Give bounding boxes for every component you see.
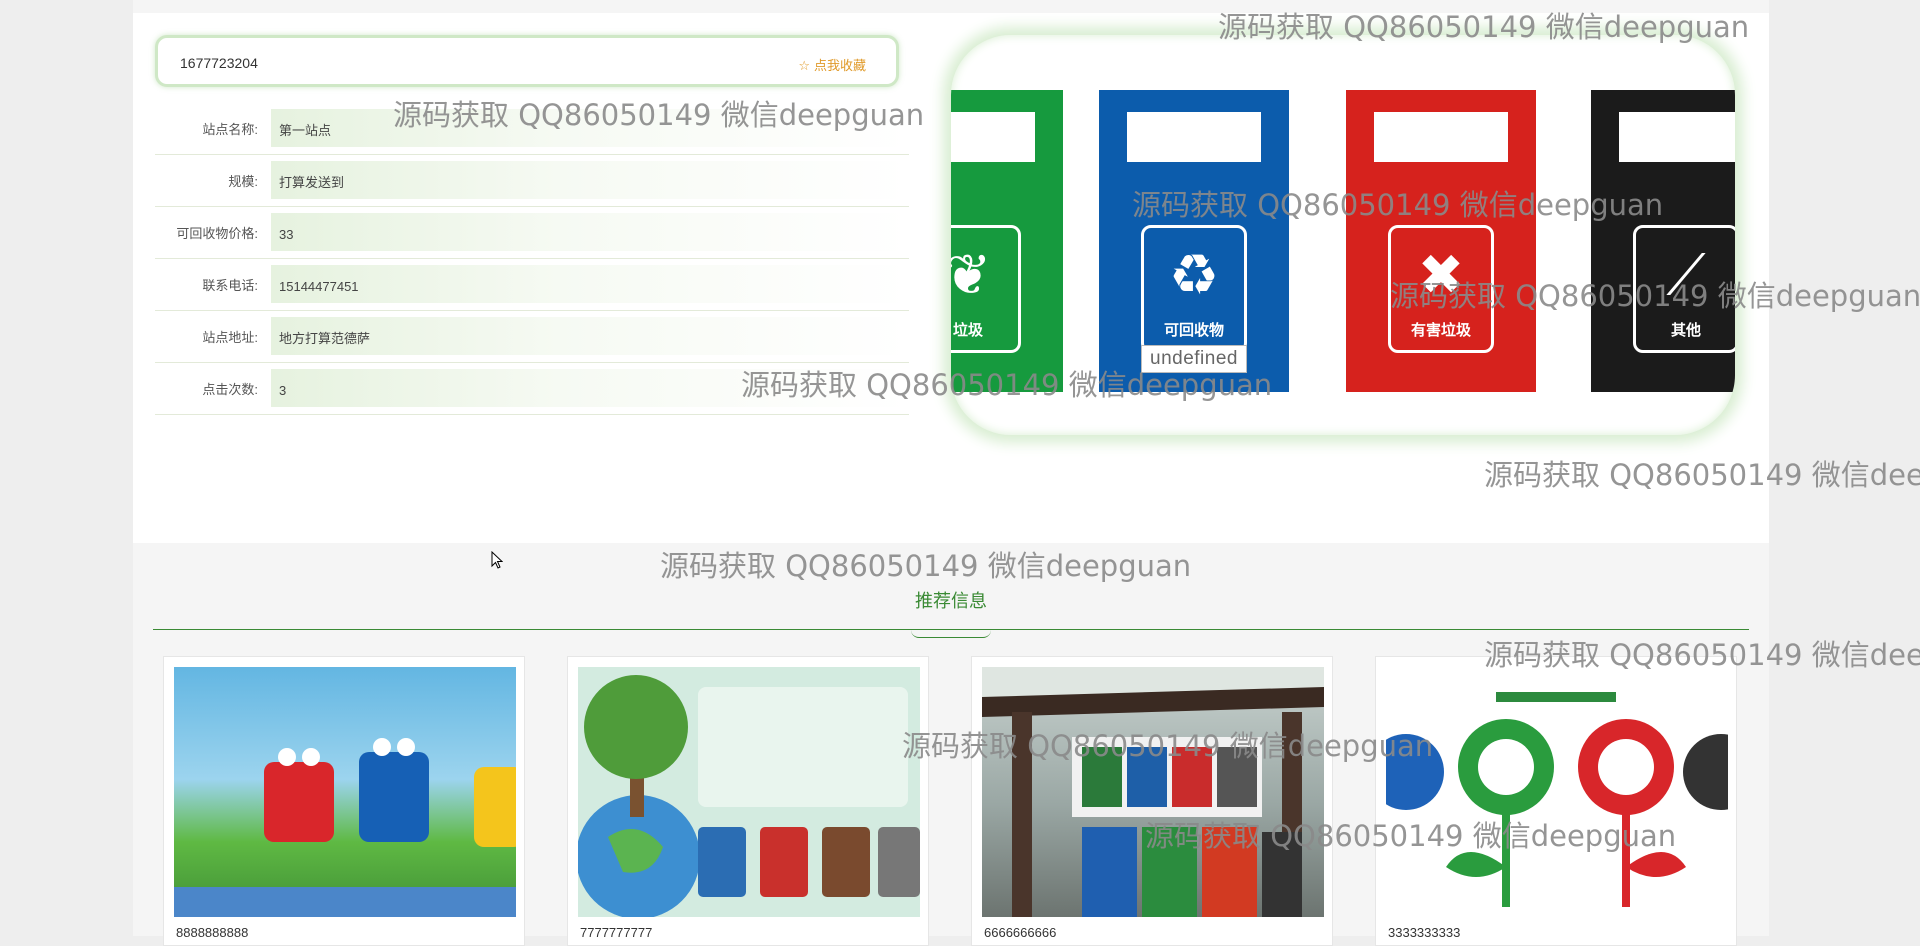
card-caption: 8888888888 [176, 925, 249, 940]
card-image [578, 667, 920, 917]
detail-rows: 站点名称: 第一站点 规模: 打算发送到 可回收物价格: 33 联系电话: 15… [155, 103, 909, 415]
row-label: 点击次数: [202, 382, 258, 397]
black-bin-image: ⟋ 其他 [1591, 90, 1735, 392]
row-value: 15144477451 [271, 265, 909, 303]
detail-row-price: 可回收物价格: 33 [155, 207, 909, 259]
other-waste-icon: ⟋ [1666, 243, 1706, 306]
carousel-caption: undefined [1141, 345, 1247, 373]
favorite-label: 点我收藏 [813, 58, 866, 73]
detail-row-address: 站点地址: 地方打算范德萨 [155, 311, 909, 363]
row-label: 站点地址: [202, 330, 258, 345]
favorite-button[interactable]: ☆ 点我收藏 [798, 55, 866, 74]
recycle-icon: ♻ [1168, 243, 1220, 306]
site-detail-panel: 1677723204 ☆ 点我收藏 站点名称: 第一站点 规模: 打算发送到 可回… [133, 13, 1769, 543]
detail-row-name: 站点名称: 第一站点 [155, 103, 909, 155]
hazard-icon: ✖ [1417, 243, 1465, 306]
star-icon: ☆ [798, 58, 810, 73]
row-value: 打算发送到 [271, 161, 909, 199]
recommend-divider-notch [911, 630, 991, 638]
row-value: 3 [271, 369, 909, 407]
red-bin-image: ✖ 有害垃圾 [1346, 90, 1536, 392]
row-value: 地方打算范德萨 [271, 317, 909, 355]
detail-row-scale: 规模: 打算发送到 [155, 155, 909, 207]
recommend-card[interactable]: 7777777777 [567, 656, 929, 946]
row-label: 规模: [228, 174, 258, 189]
card-image [174, 667, 516, 917]
image-carousel[interactable]: ❦ 垃圾 ♻ 可回收物 ✖ 有害垃圾 ⟋ 其他 undefined [951, 35, 1735, 435]
detail-row-phone: 联系电话: 15144477451 [155, 259, 909, 311]
row-value: 第一站点 [271, 109, 909, 147]
row-value: 33 [271, 213, 909, 251]
mouse-cursor-icon [491, 551, 503, 569]
card-caption: 7777777777 [580, 925, 653, 940]
card-caption: 6666666666 [984, 925, 1057, 940]
detail-row-clicks: 点击次数: 3 [155, 363, 909, 415]
recommend-card[interactable]: 6666666666 [971, 656, 1333, 946]
row-label: 可回收物价格: [176, 226, 258, 241]
site-id-bar: 1677723204 ☆ 点我收藏 [155, 35, 899, 87]
row-label: 联系电话: [202, 278, 258, 293]
site-id: 1677723204 [180, 55, 258, 71]
recommend-card[interactable]: 3333333333 [1375, 656, 1737, 946]
row-label: 站点名称: [202, 122, 258, 137]
card-image [1386, 667, 1728, 917]
recommend-title: 推荐信息 [915, 591, 987, 611]
green-bin-image: ❦ 垃圾 [951, 90, 1063, 392]
recommend-card[interactable]: 8888888888 [163, 656, 525, 946]
page-container: 1677723204 ☆ 点我收藏 站点名称: 第一站点 规模: 打算发送到 可回… [133, 0, 1769, 946]
card-image [982, 667, 1324, 917]
leaf-icon: ❦ [951, 243, 992, 306]
card-caption: 3333333333 [1388, 925, 1461, 940]
